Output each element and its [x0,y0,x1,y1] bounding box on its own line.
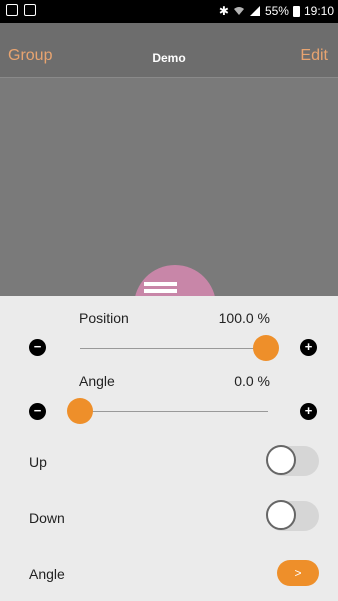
up-toggle[interactable] [266,445,319,476]
angle-decrease-button[interactable]: − [29,403,46,420]
device-bar [144,282,177,286]
up-label: Up [29,454,47,470]
position-label: Position [79,310,129,326]
wifi-icon [233,7,244,15]
device-bar [144,289,177,293]
position-slider-track[interactable] [80,348,270,349]
down-label: Down [29,510,65,526]
page-title: Demo [152,51,186,65]
image-icon [6,4,18,16]
clipboard-icon [24,4,36,16]
angle-label: Angle [79,373,115,389]
position-increase-button[interactable]: + [300,339,317,356]
device-canvas [0,78,338,296]
angle-open-button[interactable]: > [277,560,319,586]
angle-slider-track[interactable] [80,411,268,412]
battery-icon [292,5,300,17]
battery-text: 55% [264,4,289,18]
position-decrease-button[interactable]: − [29,339,46,356]
angle-value: 0.0 % [234,373,270,389]
angle-increase-button[interactable]: + [300,403,317,420]
clock: 19:10 [303,4,334,18]
signal-icon [249,6,260,16]
down-toggle[interactable] [266,500,319,531]
angle-row-label: Angle [29,566,65,582]
control-panel: Position 100.0 % − + Angle 0.0 % − + Up … [0,296,338,601]
toggle-knob [266,445,296,475]
nav-bar: Group Demo Edit [0,23,338,78]
edit-button[interactable]: Edit [300,47,328,65]
status-bar: ✱ 55% 19:10 [0,0,338,23]
position-value: 100.0 % [218,310,270,326]
position-slider-knob[interactable] [253,335,279,361]
toggle-knob [266,500,296,530]
bluetooth-icon: ✱ [218,4,229,18]
angle-slider-knob[interactable] [67,398,93,424]
